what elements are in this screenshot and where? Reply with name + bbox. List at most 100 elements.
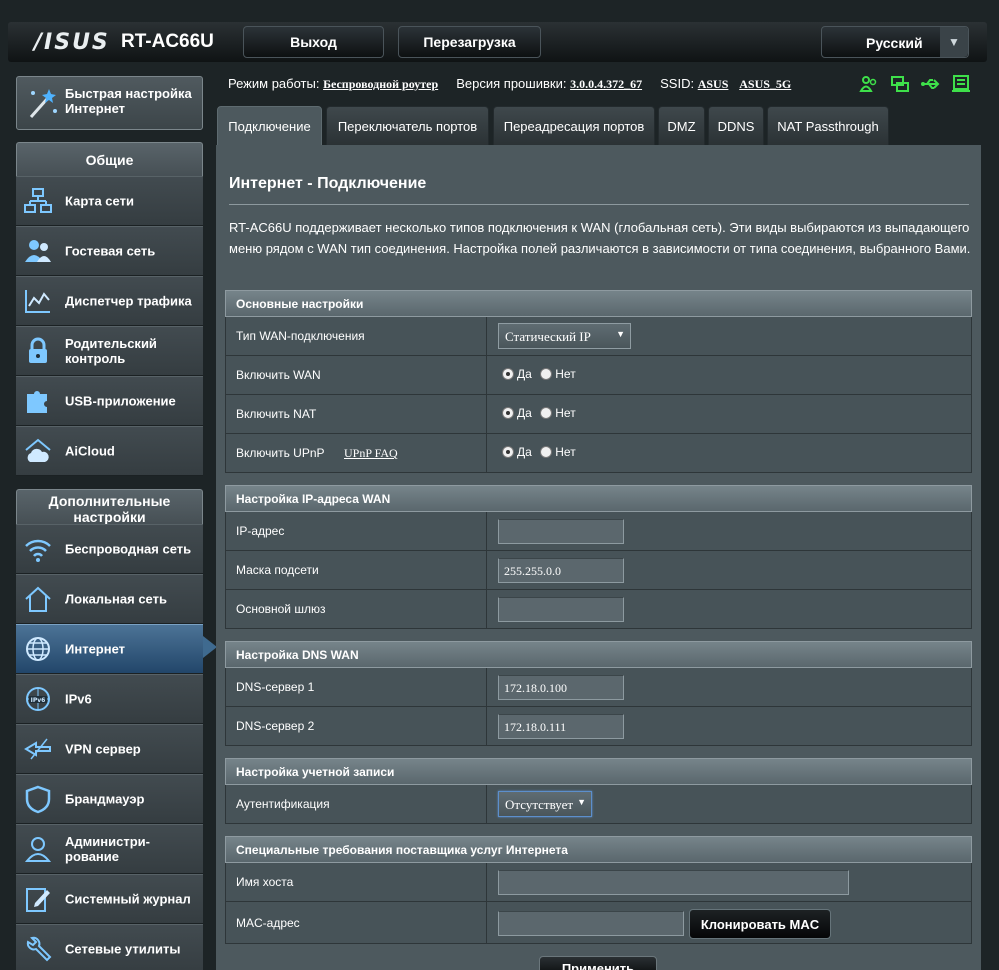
page-description: RT-AC66U поддерживает несколько типов по…: [229, 220, 971, 256]
basic-settings-header: Основные настройки: [225, 290, 972, 317]
page-title: Интернет - Подключение: [229, 175, 427, 192]
enable-upnp-no-radio[interactable]: Нет: [540, 445, 576, 459]
sidebar-item-label: Сетевые утилиты: [65, 941, 181, 957]
clone-mac-button[interactable]: Клонировать MAC: [689, 909, 831, 939]
gateway-label: Основной шлюз: [236, 602, 326, 616]
firmware-link[interactable]: 3.0.0.4.372_67: [570, 77, 642, 91]
tab-ddns[interactable]: DDNS: [708, 106, 764, 146]
reboot-button[interactable]: Перезагрузка: [398, 26, 541, 58]
advanced-section-title: Дополнительные настройки: [16, 489, 203, 525]
cloud-house-icon: [25, 438, 51, 462]
isp-requirements-header: Специальные требования поставщика услуг …: [225, 836, 972, 863]
wan-dns-header: Настройка DNS WAN: [225, 641, 972, 668]
hostname-row: Имя хоста: [225, 863, 972, 902]
wan-type-select[interactable]: Статический IP ▼: [498, 323, 631, 349]
admin-user-icon: [24, 837, 52, 862]
guest-users-icon: [25, 240, 51, 262]
sidebar-item-guest-network[interactable]: Гостевая сеть: [16, 226, 203, 276]
sidebar-item-parental-control[interactable]: Родительский контроль: [16, 326, 203, 376]
network-status-icon[interactable]: [890, 74, 910, 94]
hostname-input[interactable]: [498, 870, 849, 895]
status-bar: Режим работы: Беспроводной роутер Версия…: [228, 76, 791, 92]
general-section-title: Общие: [16, 142, 203, 177]
apply-button[interactable]: Применить: [539, 956, 657, 970]
magic-wand-icon: [29, 89, 57, 118]
sidebar-item-internet[interactable]: Интернет: [16, 624, 203, 674]
enable-upnp-label: Включить UPnP: [236, 446, 325, 460]
logout-button[interactable]: Выход: [243, 26, 384, 58]
sidebar-item-administration[interactable]: Администри-рование: [16, 824, 203, 874]
subnet-mask-row: Маска подсети 255.255.0.0: [225, 551, 972, 590]
mac-address-input[interactable]: [498, 911, 684, 936]
tab-port-switch[interactable]: Переключатель портов: [326, 106, 489, 146]
dns2-label: DNS-сервер 2: [236, 719, 315, 733]
tab-dmz[interactable]: DMZ: [658, 106, 705, 146]
mode-link[interactable]: Беспроводной роутер: [323, 77, 438, 91]
dns2-row: DNS-сервер 2 172.18.0.111: [225, 707, 972, 746]
dns2-input[interactable]: 172.18.0.111: [498, 714, 624, 739]
ipv6-globe-icon: IPv6: [26, 687, 50, 711]
sidebar-item-ipv6[interactable]: IPv6 IPv6: [16, 674, 203, 724]
ssid-link-1[interactable]: ASUS: [698, 77, 729, 91]
sidebar-item-aicloud[interactable]: AiCloud: [16, 426, 203, 476]
sidebar-item-system-log[interactable]: Системный журнал: [16, 874, 203, 924]
printer-icon[interactable]: [951, 74, 971, 94]
sidebar-item-vpn-server[interactable]: VPN сервер: [16, 724, 203, 774]
authentication-value: Отсутствует: [505, 797, 574, 812]
dns1-row: DNS-сервер 1 172.18.0.100: [225, 668, 972, 707]
dns1-input[interactable]: 172.18.0.100: [498, 675, 624, 700]
sidebar-item-wireless[interactable]: Беспроводная сеть: [16, 524, 203, 574]
tab-port-forwarding[interactable]: Переадресация портов: [493, 106, 655, 146]
sidebar-item-network-map[interactable]: Карта сети: [16, 176, 203, 226]
mac-address-label: MAC-адрес: [236, 916, 300, 930]
sidebar-item-label: Карта сети: [65, 193, 134, 209]
enable-upnp-row: Включить UPnP UPnP FAQ Да Нет: [225, 434, 972, 473]
authentication-select[interactable]: Отсутствует ▼: [498, 791, 592, 817]
tab-connection[interactable]: Подключение: [217, 106, 322, 146]
sidebar-item-label: Локальная сеть: [65, 591, 167, 607]
sidebar-item-label: Системный журнал: [65, 891, 191, 907]
tab-nat-passthrough[interactable]: NAT Passthrough: [767, 106, 889, 146]
sidebar-item-usb-application[interactable]: USB-приложение: [16, 376, 203, 426]
ssid-label: SSID:: [660, 76, 695, 91]
sidebar-item-firewall[interactable]: Брандмауэр: [16, 774, 203, 824]
enable-wan-no-radio[interactable]: Нет: [540, 367, 576, 381]
enable-nat-no-radio[interactable]: Нет: [540, 406, 576, 420]
traffic-chart-icon: [25, 290, 50, 313]
clients-icon[interactable]: [859, 74, 879, 94]
svg-text:IPv6: IPv6: [31, 697, 46, 704]
enable-nat-row: Включить NAT Да Нет: [225, 395, 972, 434]
sidebar-item-lan[interactable]: Локальная сеть: [16, 574, 203, 624]
ip-address-input[interactable]: [498, 519, 624, 544]
sidebar-item-label: Интернет: [65, 641, 126, 657]
language-select[interactable]: Русский ▼: [821, 26, 969, 58]
enable-wan-yes-radio[interactable]: Да: [502, 367, 532, 381]
usb-icon[interactable]: [920, 74, 940, 94]
log-edit-icon: [26, 888, 50, 912]
wan-ip-header: Настройка IP-адреса WAN: [225, 485, 972, 512]
upnp-faq-link[interactable]: UPnP FAQ: [344, 446, 398, 461]
quick-setup-button[interactable]: Быстрая настройка Интернет: [16, 76, 203, 130]
sidebar-item-label: Диспетчер трафика: [65, 293, 192, 309]
chevron-down-icon: ▼: [940, 27, 968, 57]
firmware-label: Версия прошивки:: [456, 76, 567, 91]
sidebar-item-traffic-manager[interactable]: Диспетчер трафика: [16, 276, 203, 326]
dropdown-arrow-icon: ▼: [577, 797, 586, 807]
ssid-link-2[interactable]: ASUS_5G: [739, 77, 791, 91]
sidebar-item-label: Беспроводная сеть: [65, 541, 192, 557]
enable-wan-row: Включить WAN Да Нет: [225, 356, 972, 395]
mode-label: Режим работы:: [228, 76, 320, 91]
account-settings-header: Настройка учетной записи: [225, 758, 972, 785]
title-divider: [229, 204, 969, 205]
subnet-mask-input[interactable]: 255.255.0.0: [498, 558, 624, 583]
home-icon: [25, 586, 51, 612]
enable-nat-yes-radio[interactable]: Да: [502, 406, 532, 420]
gateway-input[interactable]: [498, 597, 624, 622]
sidebar-item-network-tools[interactable]: Сетевые утилиты: [16, 924, 203, 970]
active-item-arrow: [203, 636, 217, 658]
sidebar-item-label: Брандмауэр: [65, 791, 145, 807]
wan-type-value: Статический IP: [505, 329, 591, 344]
lock-icon: [29, 337, 47, 363]
enable-upnp-yes-radio[interactable]: Да: [502, 445, 532, 459]
authentication-row: Аутентификация Отсутствует ▼: [225, 785, 972, 824]
